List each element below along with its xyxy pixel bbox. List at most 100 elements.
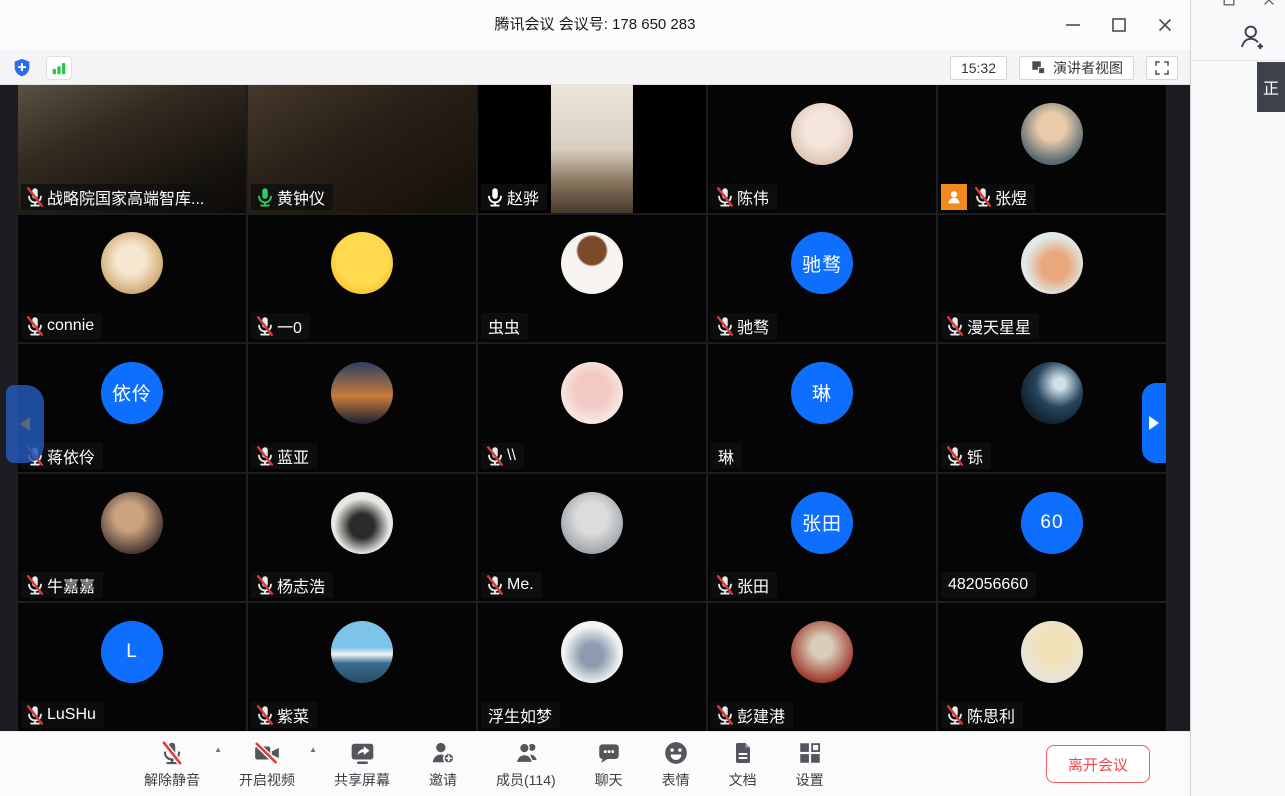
participant-name: 陈思利 bbox=[967, 703, 1015, 727]
participant-name: 战略院国家高端智库... bbox=[47, 185, 204, 209]
participant-tile[interactable]: 战略院国家高端智库... bbox=[18, 85, 246, 213]
fullscreen-icon bbox=[1153, 59, 1171, 77]
leave-meeting-button[interactable]: 离开会议 bbox=[1046, 745, 1150, 783]
participant-name: 一0 bbox=[277, 314, 302, 338]
participant-tile[interactable]: 黄钟仪 bbox=[248, 85, 476, 213]
participant-tile[interactable]: 紫菜 bbox=[248, 603, 476, 731]
toolbar-item-start-video[interactable]: 开启视频▲ bbox=[233, 737, 301, 790]
meeting-window: 腾讯会议 会议号: 178 650 283 bbox=[0, 0, 1190, 796]
mic-muted-icon bbox=[24, 574, 46, 596]
toolbar-item-label: 开启视频 bbox=[239, 770, 295, 790]
participant-tile[interactable]: 赵骅 bbox=[478, 85, 706, 213]
camera-off-icon bbox=[253, 740, 281, 766]
grid-scroll-right-button[interactable] bbox=[1142, 383, 1166, 463]
avatar bbox=[101, 232, 163, 294]
toolbar-item-label: 聊天 bbox=[595, 770, 623, 790]
participant-name: 牛嘉嘉 bbox=[47, 573, 95, 597]
maximize-button[interactable] bbox=[1108, 14, 1130, 36]
participant-tile[interactable]: 蓝亚 bbox=[248, 344, 476, 472]
nameplate: 陈伟 bbox=[711, 184, 777, 210]
toolbar-item-label: 解除静音 bbox=[144, 770, 200, 790]
participant-tile[interactable]: 陈伟 bbox=[708, 85, 936, 213]
participant-tile[interactable]: connie bbox=[18, 215, 246, 343]
speaker-view-label: 演讲者视图 bbox=[1053, 58, 1123, 78]
side-panel-controls bbox=[1191, 0, 1285, 8]
toolbar-item-label: 设置 bbox=[796, 770, 824, 790]
expand-arrow-icon[interactable]: ▲ bbox=[214, 745, 222, 754]
participant-tile[interactable]: 陈思利 bbox=[938, 603, 1166, 731]
toolbar-item-label: 共享屏幕 bbox=[334, 770, 390, 790]
mic-muted-icon bbox=[159, 740, 185, 766]
avatar bbox=[561, 232, 623, 294]
mic-muted-icon bbox=[944, 445, 966, 467]
participant-tile[interactable]: L LuSHu bbox=[18, 603, 246, 731]
participant-tile[interactable]: 张田 张田 bbox=[708, 474, 936, 602]
avatar: 张田 bbox=[791, 492, 853, 554]
toolbar-right-group: 15:32 演讲者视图 bbox=[950, 50, 1178, 85]
close-icon[interactable] bbox=[1261, 0, 1277, 8]
bottom-toolbar: 解除静音▲ 开启视频▲ 共享屏幕 邀请 成员(114) 聊天 bbox=[0, 731, 1190, 796]
window-controls bbox=[1062, 0, 1176, 50]
avatar bbox=[1021, 362, 1083, 424]
nameplate: 482056660 bbox=[941, 572, 1036, 598]
participant-tile[interactable]: \\ bbox=[478, 344, 706, 472]
mic-muted-icon bbox=[714, 704, 736, 726]
mic-muted-icon bbox=[24, 704, 46, 726]
toolbar-item-invite[interactable]: 邀请 bbox=[423, 737, 463, 790]
speaker-view-button[interactable]: 演讲者视图 bbox=[1019, 56, 1134, 80]
chevron-left-icon bbox=[20, 417, 30, 431]
toolbar-item-label: 邀请 bbox=[429, 770, 457, 790]
mic-muted-icon bbox=[972, 186, 994, 208]
avatar bbox=[1021, 232, 1083, 294]
add-person-icon[interactable] bbox=[1237, 22, 1267, 52]
participant-tile[interactable]: 铄 bbox=[938, 344, 1166, 472]
security-button[interactable] bbox=[8, 56, 36, 80]
toolbar-item-docs[interactable]: 文档 bbox=[723, 737, 763, 790]
maximize-icon[interactable] bbox=[1221, 0, 1237, 8]
nameplate: 杨志浩 bbox=[251, 572, 333, 598]
toolbar-item-settings[interactable]: 设置 bbox=[790, 737, 830, 790]
toolbar-item-share-screen[interactable]: 共享屏幕 bbox=[328, 737, 396, 790]
nameplate: 紫菜 bbox=[251, 702, 317, 728]
members-icon bbox=[513, 740, 539, 766]
participant-tile[interactable]: 虫虫 bbox=[478, 215, 706, 343]
fullscreen-button[interactable] bbox=[1146, 56, 1178, 80]
participant-tile[interactable]: 驰骛 驰骛 bbox=[708, 215, 936, 343]
nameplate: Me. bbox=[481, 572, 542, 598]
mic-muted-icon bbox=[484, 445, 506, 467]
participant-tile[interactable]: 琳 琳 bbox=[708, 344, 936, 472]
mic-muted-icon bbox=[254, 315, 276, 337]
participant-tile[interactable]: 一0 bbox=[248, 215, 476, 343]
participant-name: 漫天星星 bbox=[967, 314, 1031, 338]
participant-name: 张田 bbox=[737, 573, 769, 597]
toolbar-item-unmute[interactable]: 解除静音▲ bbox=[138, 737, 206, 790]
grid-scroll-left-button[interactable] bbox=[6, 385, 44, 463]
close-button[interactable] bbox=[1154, 14, 1176, 36]
participant-tile[interactable]: 浮生如梦 bbox=[478, 603, 706, 731]
participant-tile[interactable]: 牛嘉嘉 bbox=[18, 474, 246, 602]
network-signal-icon bbox=[50, 59, 68, 77]
participant-name: 彭建港 bbox=[737, 703, 785, 727]
toolbar-item-chat[interactable]: 聊天 bbox=[589, 737, 629, 790]
video-stage: 战略院国家高端智库... 黄钟仪 赵骅 陈伟 张煜 bbox=[0, 85, 1190, 731]
participant-name: 紫菜 bbox=[277, 703, 309, 727]
avatar bbox=[791, 103, 853, 165]
avatar bbox=[791, 621, 853, 683]
participant-name: Me. bbox=[507, 576, 534, 594]
side-panel-tab[interactable]: 正 bbox=[1257, 62, 1285, 112]
participant-tile[interactable]: 依伶 蒋依伶 bbox=[18, 344, 246, 472]
participant-tile[interactable]: Me. bbox=[478, 474, 706, 602]
avatar bbox=[561, 621, 623, 683]
toolbar-item-members[interactable]: 成员(114) bbox=[490, 737, 562, 790]
participant-tile[interactable]: 彭建港 bbox=[708, 603, 936, 731]
participant-tile[interactable]: 杨志浩 bbox=[248, 474, 476, 602]
expand-arrow-icon[interactable]: ▲ bbox=[309, 745, 317, 754]
participant-tile[interactable]: 张煜 bbox=[938, 85, 1166, 213]
nameplate: 琳 bbox=[711, 443, 742, 469]
participant-tile[interactable]: 漫天星星 bbox=[938, 215, 1166, 343]
toolbar-item-emoji[interactable]: 表情 bbox=[656, 737, 696, 790]
avatar bbox=[101, 492, 163, 554]
network-status-button[interactable] bbox=[46, 56, 72, 80]
minimize-button[interactable] bbox=[1062, 14, 1084, 36]
participant-tile[interactable]: 60 482056660 bbox=[938, 474, 1166, 602]
